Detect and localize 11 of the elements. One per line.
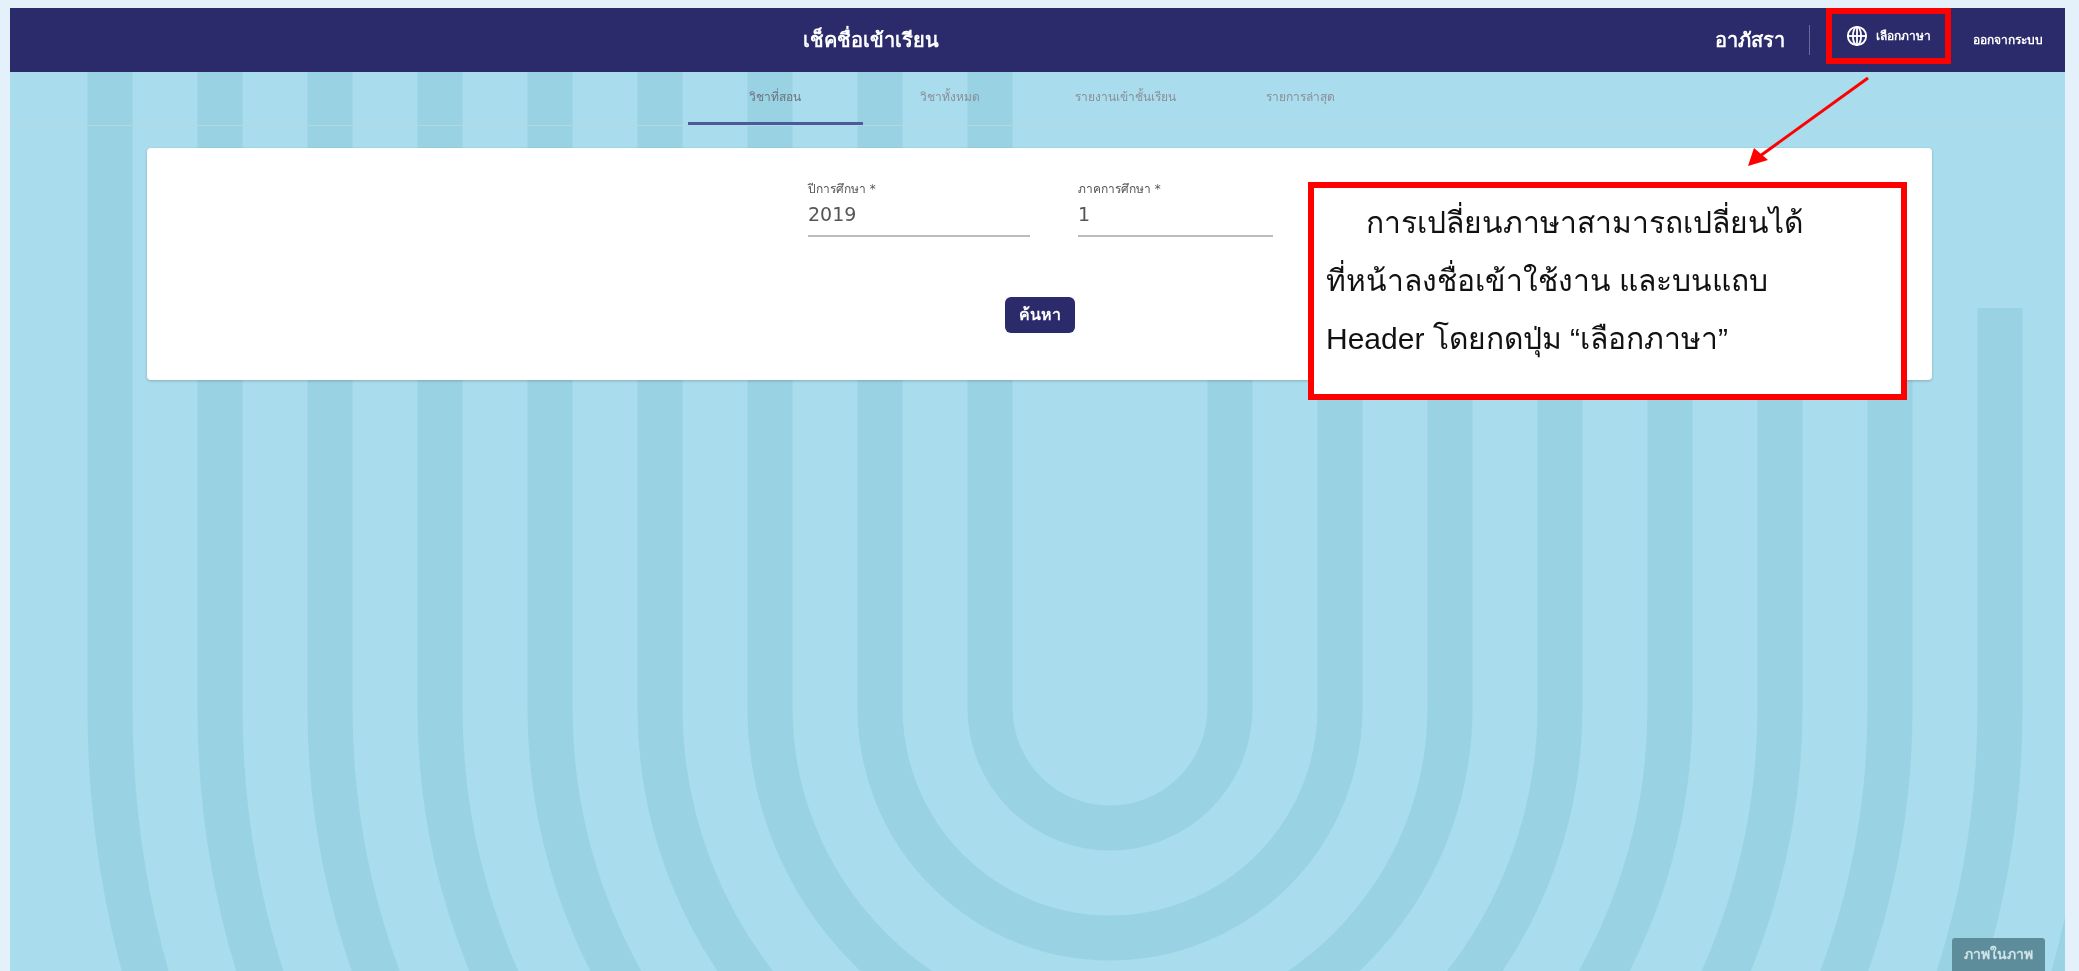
- input-field[interactable]: 1: [1078, 198, 1273, 237]
- app-title: เช็คชื่อเข้าเรียน: [802, 28, 939, 52]
- input-field[interactable]: 2019: [808, 198, 1030, 237]
- search-button[interactable]: ค้นหา: [1004, 296, 1075, 333]
- field-label: ภาคการศึกษา *: [1078, 181, 1162, 198]
- annotation-text: การเปลี่ยนภาษาสามารถเปลี่ยนได้ ที่หน้าลงชื่อเข้าใช้งาน และบนแถบ Header โดยกดปุ่ม “เลือกภาษา”: [1326, 194, 1891, 368]
- language-button[interactable]: เลือกภาษา: [1840, 24, 1937, 48]
- logout-button[interactable]: ออกจากระบบ: [1967, 30, 2049, 50]
- field-label: ปีการศึกษา *: [808, 181, 877, 198]
- globe-icon: [1846, 25, 1868, 47]
- user-name: อาภัสรา: [1715, 27, 1785, 54]
